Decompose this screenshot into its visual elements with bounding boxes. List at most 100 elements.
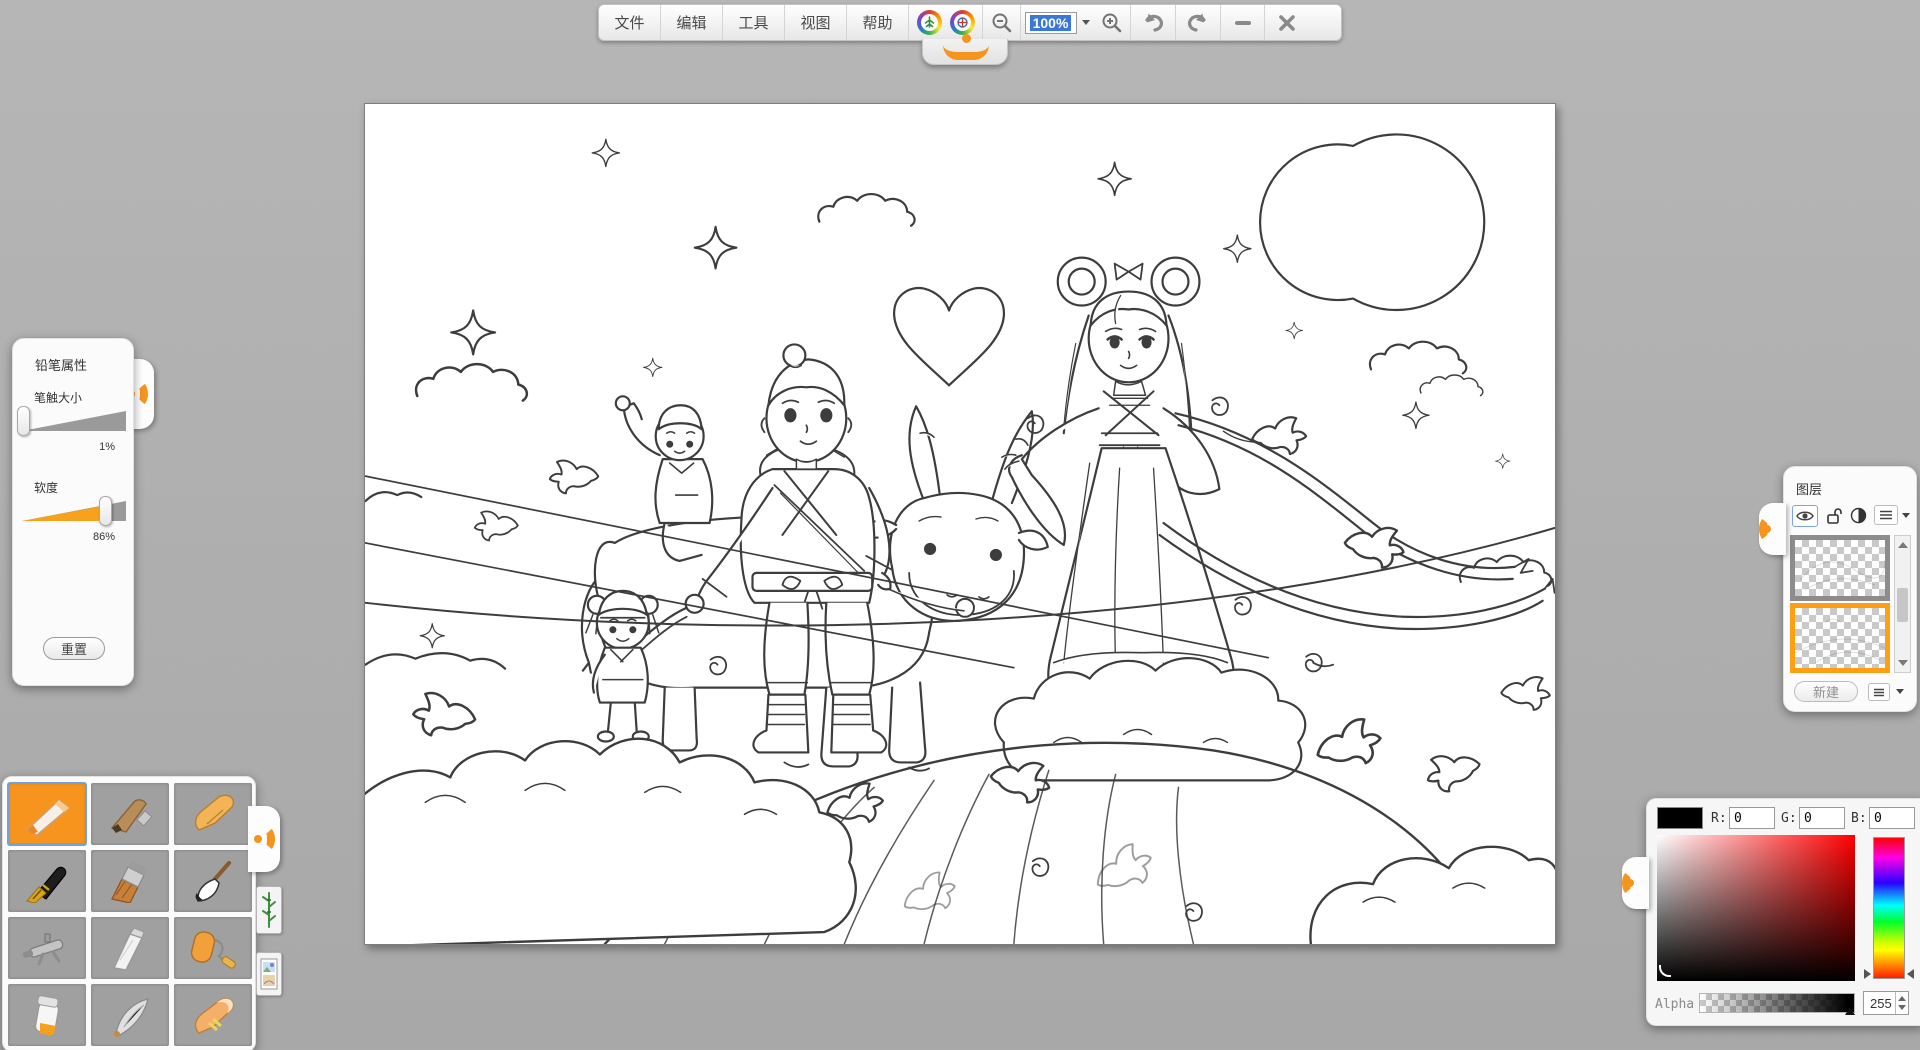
- clown-nose-icon: [962, 34, 971, 43]
- alpha-spinner[interactable]: [1895, 992, 1908, 1014]
- bottom-clouds: [365, 739, 1555, 944]
- flat-brush-tool[interactable]: [91, 850, 169, 912]
- handle-crescent-icon: [1622, 870, 1640, 896]
- green-label: G:: [1781, 811, 1797, 826]
- layer-menu-icon[interactable]: [1874, 505, 1898, 525]
- alpha-label: Alpha: [1655, 997, 1694, 1012]
- drawing-canvas[interactable]: [364, 103, 1556, 945]
- unlock-icon[interactable]: [1826, 507, 1842, 530]
- tool-palette: [2, 776, 256, 1050]
- airbrush-tool[interactable]: [8, 917, 86, 979]
- handle-crescent-icon: [1759, 516, 1777, 542]
- layers-panel-handle[interactable]: [1759, 503, 1786, 555]
- rainbow-tree-eye-icon: [917, 10, 942, 35]
- faint-magpies: [897, 838, 1159, 923]
- tool-palette-side: [254, 776, 290, 1050]
- handle-crescent-icon: [257, 826, 275, 852]
- alpha-value: 255: [1870, 996, 1892, 1011]
- alpha-slider[interactable]: [1699, 993, 1855, 1013]
- handle-crescent-icon: [130, 381, 148, 407]
- handle-dot-icon: [127, 390, 135, 398]
- cowherd-weaver-line-art: [365, 104, 1555, 944]
- layers-scrollbar-thumb[interactable]: [1897, 588, 1908, 622]
- rainbow-globe-eye-icon: [950, 10, 975, 35]
- layers-scrollbar[interactable]: [1894, 535, 1911, 673]
- zoom-out-button[interactable]: [983, 5, 1021, 40]
- picture-icon: [260, 958, 278, 990]
- bamboo-icon: [261, 891, 277, 929]
- sv-selection-marker: [1659, 965, 1671, 977]
- menu-file[interactable]: 文件: [599, 5, 661, 40]
- crescent-moon: [1260, 134, 1484, 310]
- undo-button[interactable]: [1131, 5, 1176, 40]
- contrast-icon[interactable]: [1850, 507, 1867, 529]
- saturation-value-field[interactable]: [1657, 835, 1855, 981]
- zoom-value: 100%: [1030, 15, 1072, 31]
- pencil-properties-panel: 铅笔属性 笔触大小 1% 软度 86% 重置: [12, 338, 134, 686]
- menu-edit[interactable]: 编辑: [661, 5, 723, 40]
- weaver-girl: [1002, 258, 1234, 711]
- menu-tools[interactable]: 工具: [723, 5, 785, 40]
- bamboo-stamp-button[interactable]: [256, 886, 282, 934]
- close-button[interactable]: [1265, 5, 1309, 40]
- color-picker-handle[interactable]: [1622, 857, 1649, 909]
- alpha-marker-icon[interactable]: [1845, 1007, 1855, 1015]
- chalk-tool[interactable]: [91, 917, 169, 979]
- blue-label: B:: [1851, 811, 1867, 826]
- chevron-down-icon: [1902, 513, 1910, 518]
- red-input[interactable]: [1729, 807, 1775, 829]
- blue-input[interactable]: [1869, 807, 1915, 829]
- minimize-button[interactable]: [1221, 5, 1265, 40]
- layer-top-thumbnail[interactable]: [1790, 535, 1890, 601]
- minimize-icon: [1235, 21, 1251, 25]
- spin-down-icon[interactable]: [1898, 1005, 1906, 1010]
- layers-panel-title: 图层: [1796, 479, 1822, 498]
- weaver-cloud: [995, 658, 1305, 780]
- color-picker-panel: R: G: B: Alpha 255: [1646, 798, 1920, 1026]
- visibility-eye-icon[interactable]: [1792, 505, 1818, 527]
- brush-size-value: 1%: [99, 441, 115, 453]
- tool-palette-handle[interactable]: [248, 806, 280, 872]
- menu-help[interactable]: 帮助: [847, 5, 909, 40]
- pencil-panel-title: 铅笔属性: [35, 355, 87, 374]
- zoom-level-select[interactable]: 100%: [1021, 5, 1093, 40]
- pencil-tip-tool[interactable]: [8, 783, 86, 845]
- red-label: R:: [1711, 811, 1727, 826]
- softness-value: 86%: [93, 531, 115, 543]
- current-color-swatch: [1657, 807, 1703, 829]
- picture-stamp-button[interactable]: [256, 952, 282, 996]
- layers-panel: 图层 新建: [1783, 466, 1917, 712]
- close-icon: [1278, 14, 1296, 32]
- brush-size-label: 笔触大小: [34, 389, 82, 406]
- softness-label: 软度: [34, 479, 58, 496]
- new-layer-button[interactable]: 新建: [1794, 681, 1858, 702]
- zoom-in-button[interactable]: [1093, 5, 1131, 40]
- chevron-down-icon: [1082, 20, 1090, 25]
- scroll-up-icon[interactable]: [1898, 542, 1908, 548]
- wood-pencil-tool[interactable]: [91, 783, 169, 845]
- ink-brush-tool[interactable]: [174, 850, 252, 912]
- hue-marker-right-icon[interactable]: [1907, 969, 1914, 979]
- toolbar-clown-handle[interactable]: [922, 39, 1008, 65]
- layer-list-menu-icon[interactable]: [1868, 683, 1890, 701]
- heart: [894, 288, 1004, 385]
- spin-up-icon[interactable]: [1898, 996, 1906, 1001]
- reset-button[interactable]: 重置: [43, 637, 105, 660]
- brush-size-slider-handle[interactable]: [17, 406, 30, 436]
- oil-pastel-tool[interactable]: [174, 984, 252, 1046]
- brush-size-slider[interactable]: [22, 411, 126, 431]
- fountain-pen-tool[interactable]: [8, 850, 86, 912]
- menu-view[interactable]: 视图: [785, 5, 847, 40]
- hue-marker-left-icon[interactable]: [1864, 969, 1871, 979]
- hue-slider[interactable]: [1873, 837, 1905, 979]
- paint-roller-tool[interactable]: [174, 917, 252, 979]
- paint-jar-tool[interactable]: [8, 984, 86, 1046]
- green-input[interactable]: [1799, 807, 1845, 829]
- carving-knife-tool[interactable]: [91, 984, 169, 1046]
- scroll-down-icon[interactable]: [1898, 660, 1908, 666]
- app-logo: [909, 5, 983, 40]
- crayon-tool[interactable]: [174, 783, 252, 845]
- layer-bottom-thumbnail[interactable]: [1790, 603, 1890, 673]
- redo-button[interactable]: [1176, 5, 1221, 40]
- softness-slider-handle[interactable]: [99, 496, 112, 526]
